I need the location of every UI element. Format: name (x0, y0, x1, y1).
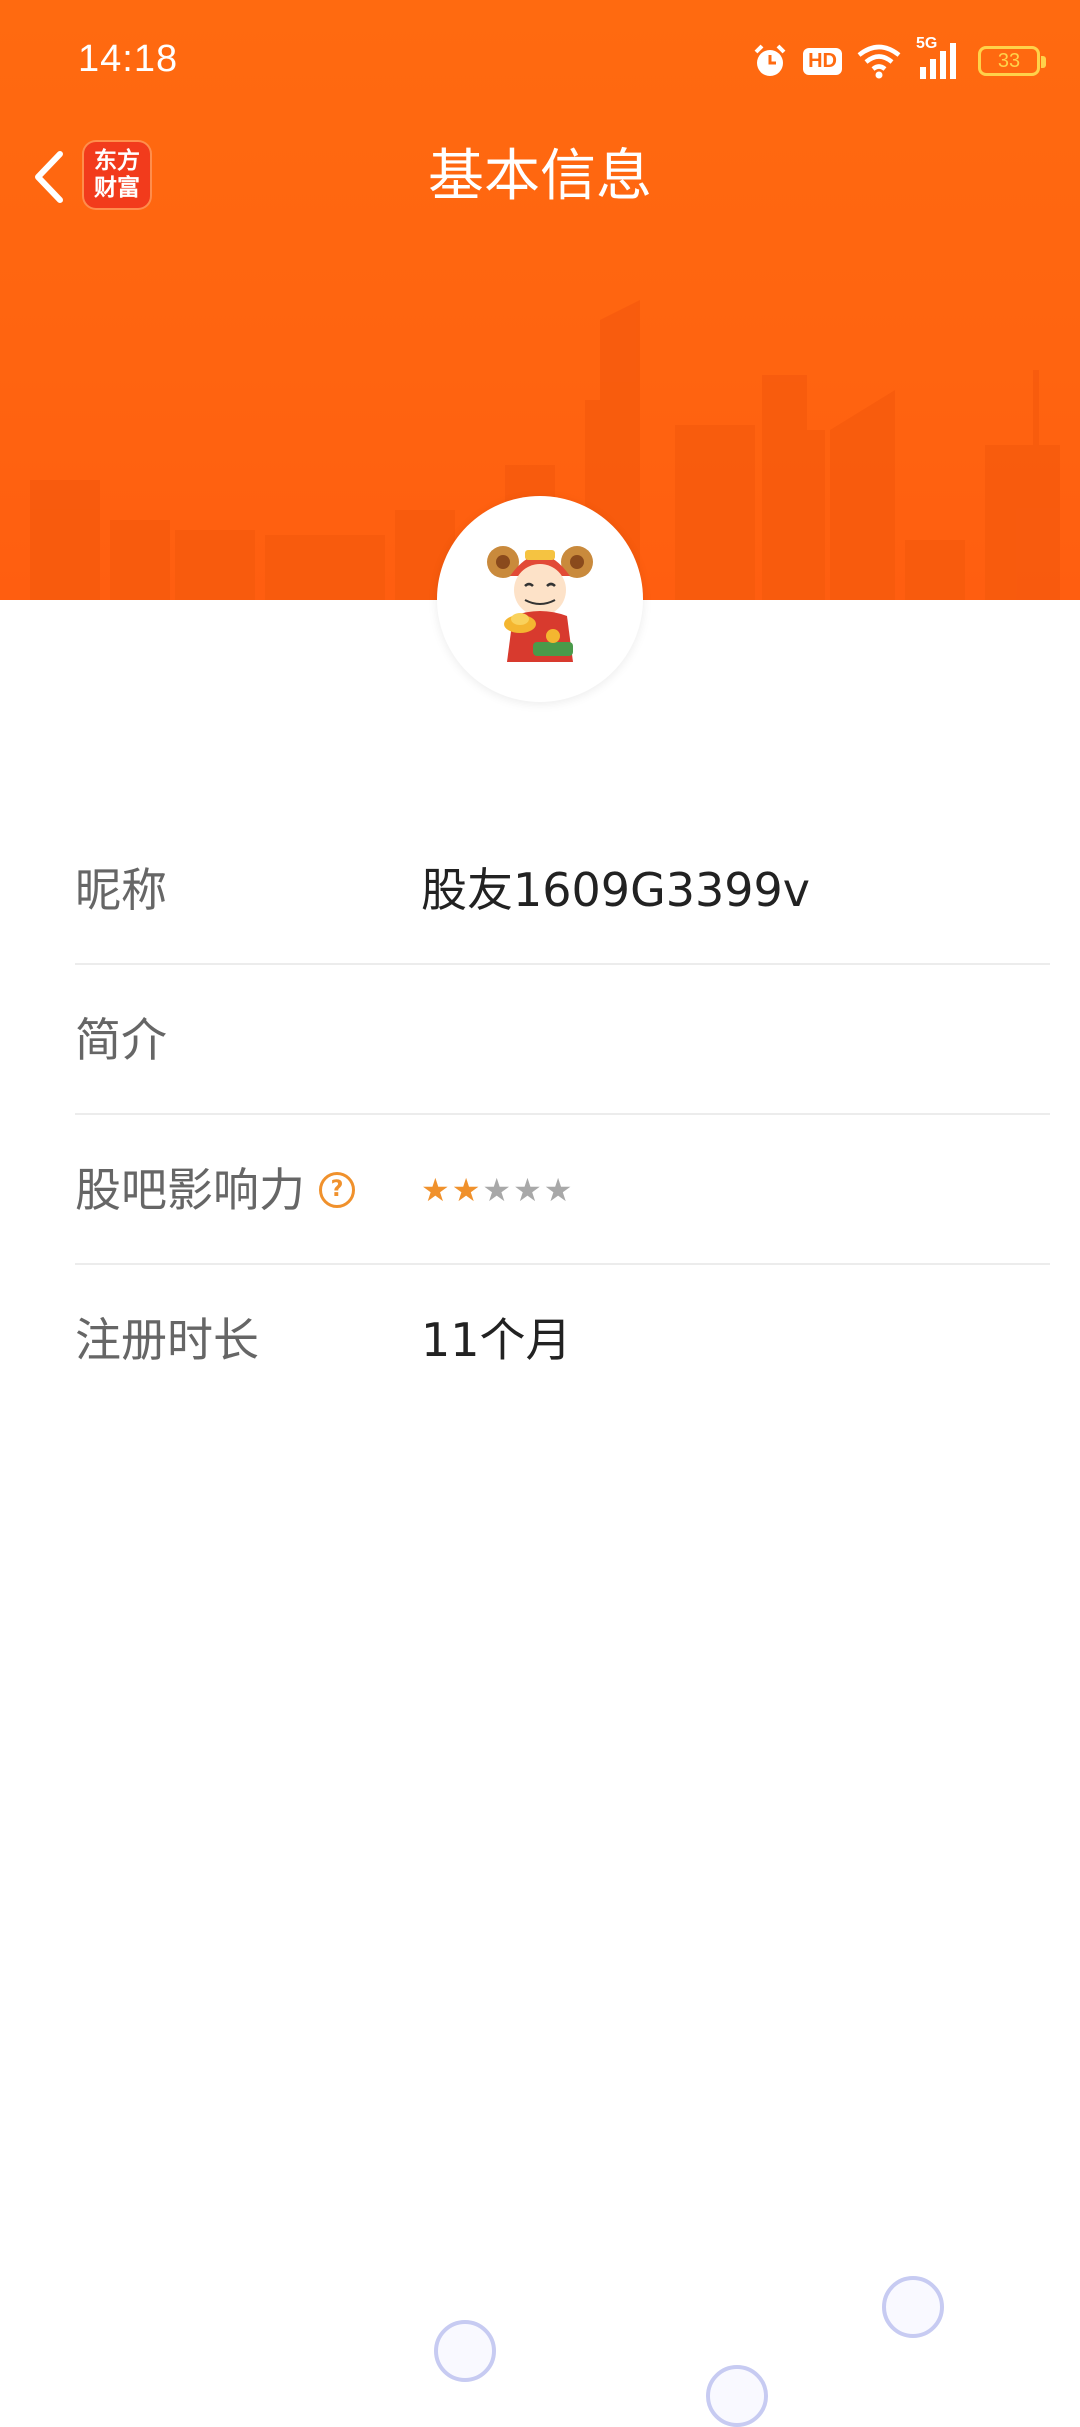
battery-level: 33 (997, 49, 1021, 72)
touch-indicator (882, 2276, 944, 2338)
intro-label: 简介 (75, 1013, 167, 1067)
5g-signal-icon: 5G (916, 35, 964, 81)
intro-row[interactable]: 简介 (75, 965, 1050, 1115)
page-title: 基本信息 (428, 144, 652, 209)
battery-icon: 33 (978, 46, 1046, 76)
status-bar: 14:18 HD 5G 33 (0, 0, 1080, 120)
influence-rating: ★ ★ ★ ★ ★ (421, 1115, 572, 1265)
nickname-label: 昵称 (75, 863, 167, 917)
nickname-value: 股友1609G3399v (421, 863, 811, 917)
star-icon: ★ (543, 1171, 573, 1209)
nav-bar: 东方 财富 基本信息 (0, 120, 1080, 230)
nickname-row[interactable]: 昵称 股友1609G3399v (75, 815, 1050, 965)
registration-label: 注册时长 (75, 1313, 259, 1367)
influence-label: 股吧影响力 (75, 1163, 305, 1217)
star-icon: ★ (482, 1171, 512, 1209)
star-icon: ★ (451, 1171, 481, 1209)
touch-indicator (434, 2320, 496, 2382)
avatar[interactable] (437, 496, 643, 702)
wifi-icon (857, 44, 901, 79)
touch-indicator (706, 2365, 768, 2427)
help-icon[interactable]: ? (319, 1171, 355, 1208)
influence-label-wrap: 股吧影响力? (75, 1115, 355, 1265)
registration-value: 11个月 (421, 1313, 572, 1367)
alarm-icon (754, 44, 786, 76)
star-icon: ★ (513, 1171, 542, 1209)
registration-row: 注册时长 11个月 (75, 1265, 1050, 1415)
influence-row: 股吧影响力? ★ ★ ★ ★ ★ (75, 1115, 1050, 1265)
avatar-god-of-wealth-icon (487, 546, 593, 662)
star-icon: ★ (421, 1171, 450, 1209)
status-time: 14:18 (78, 38, 179, 80)
status-icons: HD 5G 33 (751, 35, 1046, 84)
hd-icon: HD (803, 47, 842, 75)
